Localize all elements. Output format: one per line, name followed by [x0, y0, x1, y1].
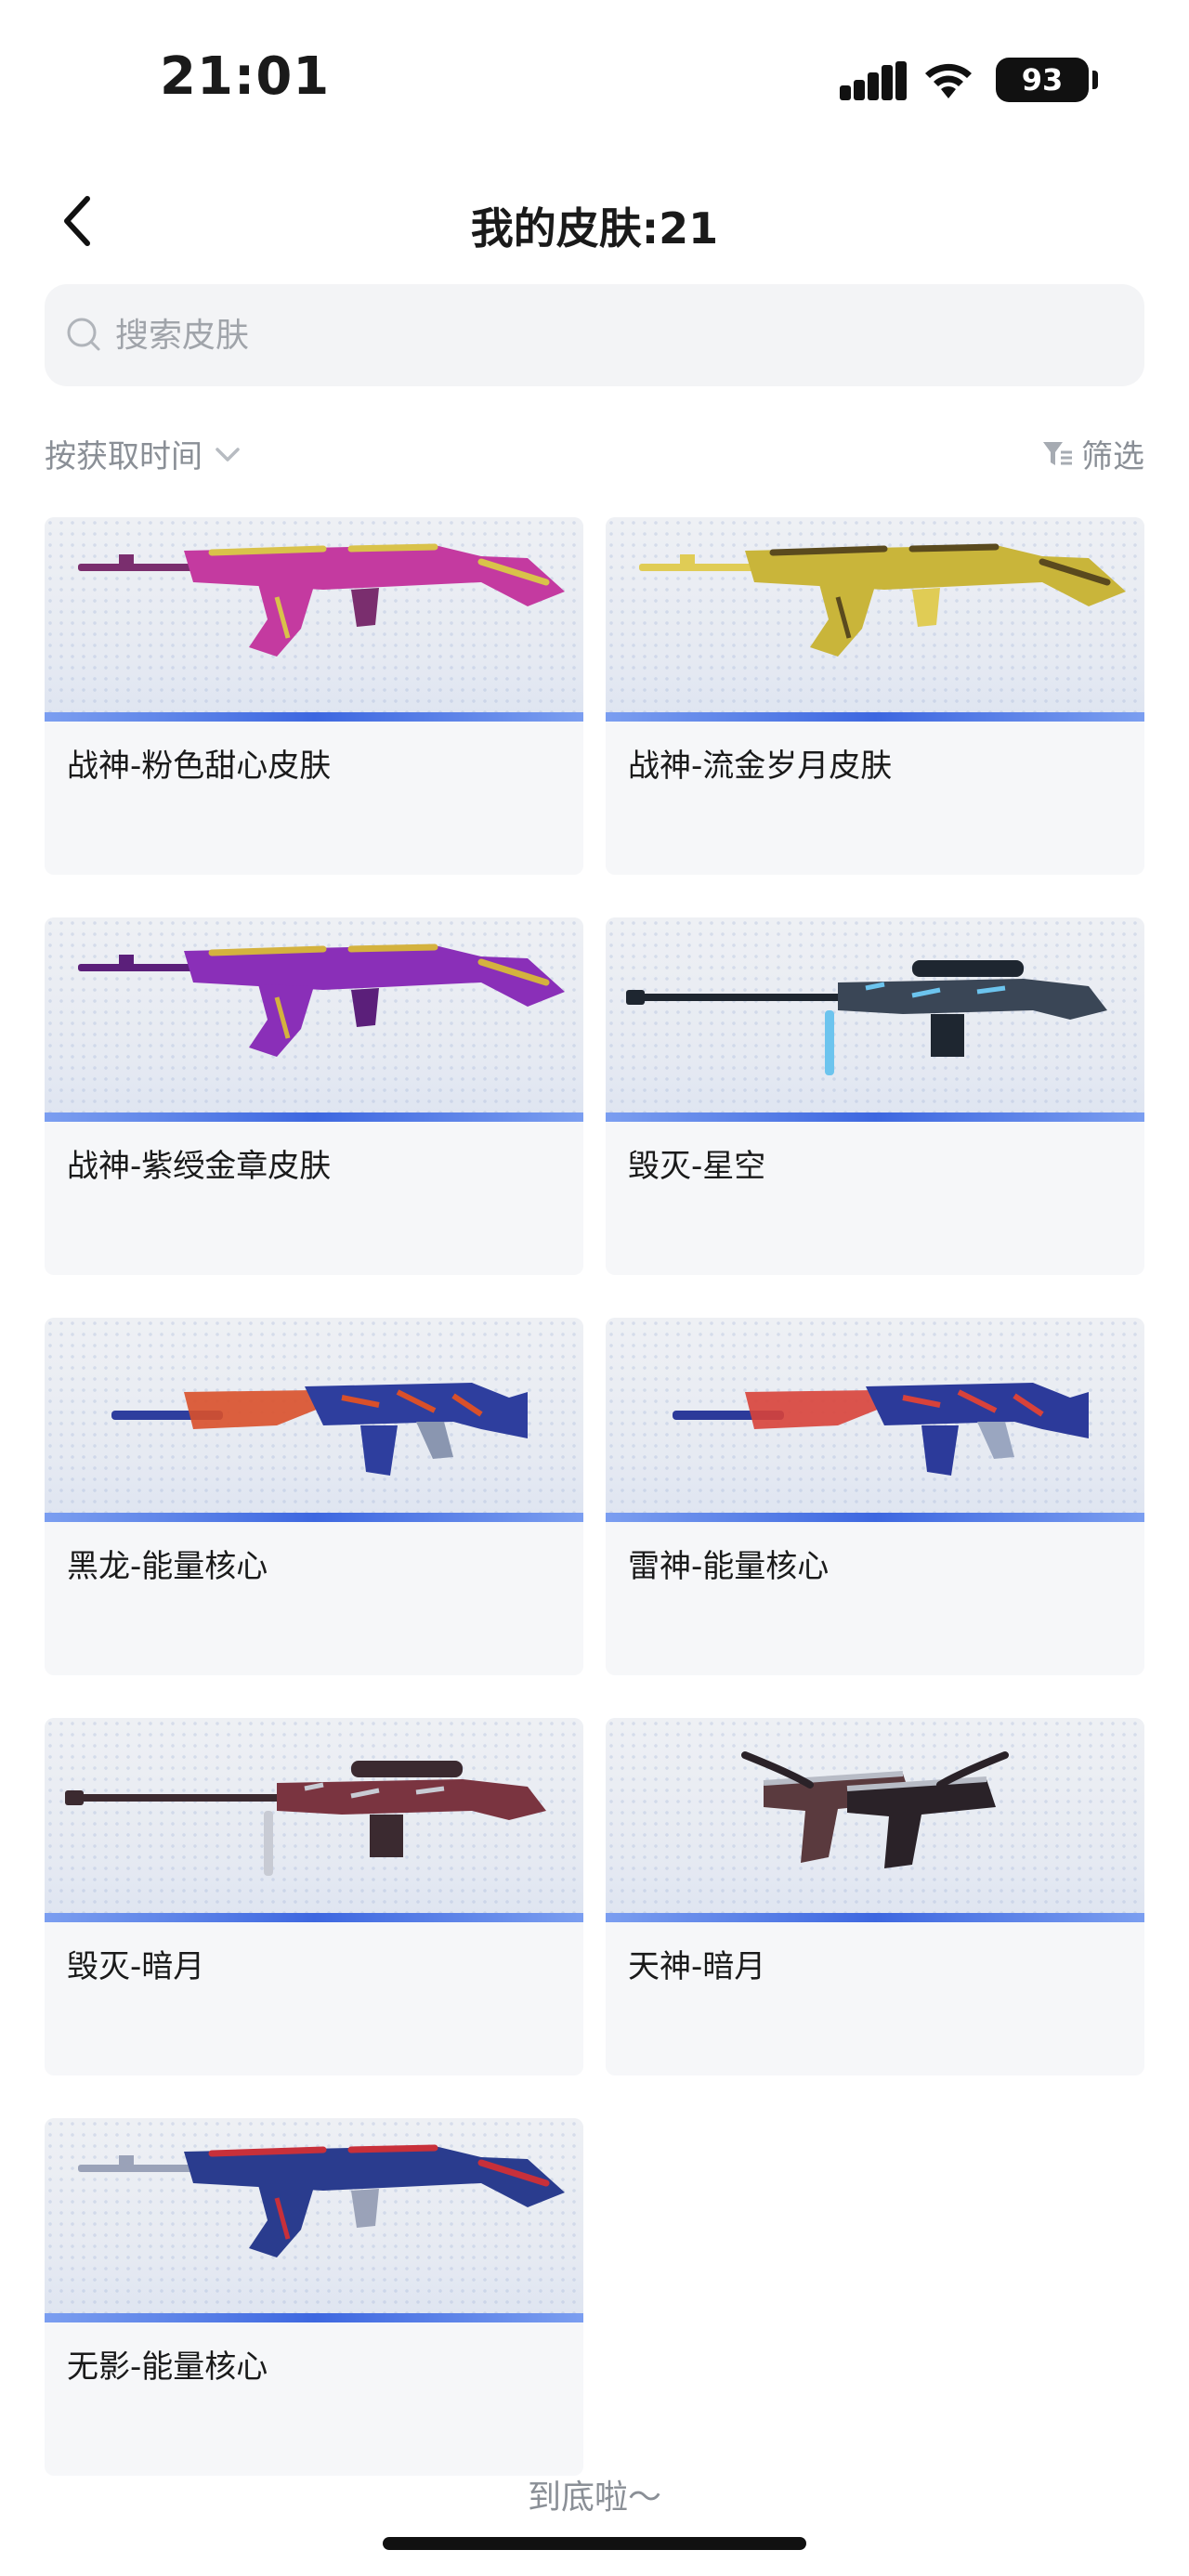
search-icon [67, 318, 100, 351]
skin-accent-bar [606, 1112, 1144, 1122]
skin-card[interactable]: 黑龙-能量核心 [45, 1318, 583, 1675]
skin-accent-bar [606, 1513, 1144, 1522]
skin-name: 黑龙-能量核心 [67, 1548, 268, 1585]
skin-card[interactable]: 毁灭-星空 [606, 917, 1144, 1275]
skin-image [45, 1318, 583, 1513]
skin-name: 无影-能量核心 [67, 2348, 268, 2386]
skin-name: 毁灭-星空 [628, 1148, 766, 1185]
skin-name: 战神-紫绶金章皮肤 [67, 1148, 332, 1185]
filter-button[interactable]: 筛选 [1040, 431, 1144, 476]
skin-card[interactable]: 毁灭-暗月 [45, 1718, 583, 2075]
skin-image [45, 917, 583, 1112]
wifi-icon [925, 63, 972, 98]
weapon-illustration [626, 960, 1107, 1075]
sort-dropdown[interactable]: 按获取时间 [45, 431, 243, 476]
skin-card[interactable]: 雷神-能量核心 [606, 1318, 1144, 1675]
skin-card[interactable]: 战神-粉色甜心皮肤 [45, 517, 583, 875]
weapon-illustration [78, 543, 565, 657]
skin-accent-bar [606, 1913, 1144, 1922]
cellular-signal-icon [840, 61, 907, 100]
skin-accent-bar [45, 1513, 583, 1522]
weapon-illustration [639, 543, 1126, 657]
skin-image [606, 1318, 1144, 1513]
weapon-illustration [111, 1383, 528, 1476]
filter-icon [1043, 441, 1072, 465]
skin-image [606, 1718, 1144, 1913]
skin-image [45, 517, 583, 712]
status-time: 21:01 [160, 46, 331, 107]
end-of-list-text: 到底啦～ [527, 2478, 661, 2517]
skin-accent-bar [45, 712, 583, 722]
skin-accent-bar [606, 712, 1144, 722]
skin-accent-bar [45, 2313, 583, 2322]
skin-name: 战神-粉色甜心皮肤 [67, 748, 332, 785]
search-input[interactable] [113, 306, 953, 364]
skin-name: 战神-流金岁月皮肤 [628, 748, 893, 785]
skin-accent-bar [45, 1112, 583, 1122]
filter-label: 筛选 [1081, 438, 1144, 475]
weapon-illustration [673, 1383, 1089, 1476]
chevron-down-icon [216, 447, 240, 462]
skin-card[interactable]: 战神-紫绶金章皮肤 [45, 917, 583, 1275]
weapon-illustration [65, 1761, 546, 1876]
skin-image [606, 517, 1144, 712]
home-indicator [383, 2537, 806, 2550]
weapon-illustration [78, 943, 565, 1057]
skin-name: 天神-暗月 [628, 1948, 766, 1985]
skin-name: 雷神-能量核心 [628, 1548, 830, 1585]
skin-name: 毁灭-暗月 [67, 1948, 205, 1985]
skin-card[interactable]: 天神-暗月 [606, 1718, 1144, 2075]
weapon-illustration [78, 2144, 565, 2257]
skin-image [606, 917, 1144, 1112]
skin-image [45, 1718, 583, 1913]
skin-accent-bar [45, 1913, 583, 1922]
skin-image [45, 2118, 583, 2313]
skin-card[interactable]: 无影-能量核心 [45, 2118, 583, 2476]
sort-label: 按获取时间 [45, 438, 203, 475]
battery-icon: 93 [996, 58, 1089, 102]
page-title: 我的皮肤:21 [470, 203, 719, 254]
weapon-illustration [741, 1751, 1009, 1868]
skin-card[interactable]: 战神-流金岁月皮肤 [606, 517, 1144, 875]
battery-tip [1092, 71, 1098, 89]
